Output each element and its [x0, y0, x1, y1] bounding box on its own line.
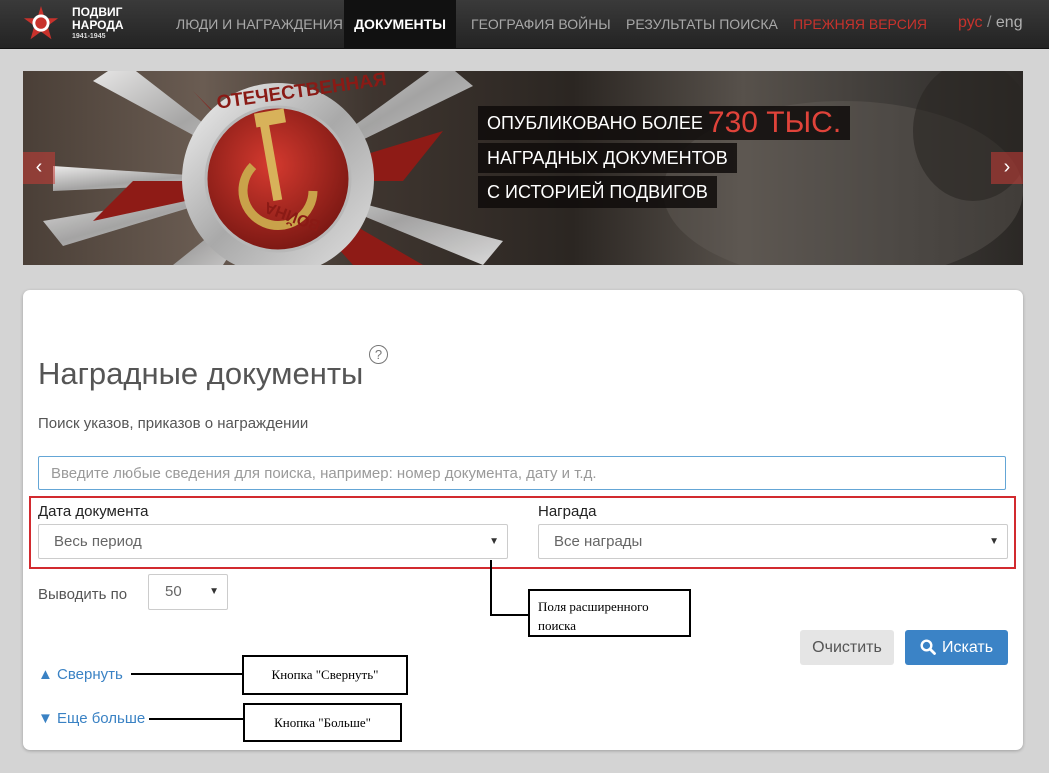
top-navigation-bar: ПОДВИГ НАРОДА 1941-1945 ЛЮДИ И НАГРАЖДЕН… [0, 0, 1049, 49]
more-callout: Кнопка "Больше" [243, 703, 402, 742]
logo-line-2: НАРОДА [72, 18, 124, 32]
advanced-fields-highlight-frame [29, 496, 1016, 569]
lang-en-link[interactable]: eng [996, 14, 1023, 31]
search-button-label: Искать [941, 639, 994, 656]
hero-banner: ОТЕЧЕСТВЕННАЯ ВОЙНА ОПУБЛИКОВАНО БОЛЕЕ 7… [23, 71, 1023, 265]
banner-line-1: ОПУБЛИКОВАНО БОЛЕЕ 730 ТЫС. [478, 106, 851, 140]
banner-line-1-prefix: ОПУБЛИКОВАНО БОЛЕЕ [487, 113, 703, 133]
collapse-callout: Кнопка "Свернуть" [242, 655, 408, 695]
advanced-fields-leader-line [490, 560, 492, 616]
magnifier-icon [920, 639, 936, 655]
collapse-leader-line [131, 673, 244, 675]
collapse-link[interactable]: ▲ Свернуть [38, 666, 123, 683]
advanced-fields-leader-line-h [490, 614, 530, 616]
per-page-select[interactable]: 50 ▼ [148, 574, 228, 610]
search-button[interactable]: Искать [905, 630, 1008, 665]
logo-years: 1941-1945 [72, 33, 106, 40]
more-link[interactable]: ▼ Еще больше [38, 710, 145, 727]
page-title: Наградные документы [38, 355, 364, 391]
banner-line-3: С ИСТОРИЕЙ ПОДВИГОВ [478, 176, 717, 208]
clear-button[interactable]: Очистить [800, 630, 894, 665]
nav-old-version[interactable]: ПРЕЖНЯЯ ВЕРСИЯ [793, 0, 927, 48]
lang-separator: / [987, 14, 992, 31]
banner-count-highlight: 730 ТЫС. [707, 106, 842, 139]
more-leader-line [149, 718, 245, 720]
slider-prev-arrow-icon[interactable]: ‹ [23, 152, 55, 184]
slider-next-arrow-icon[interactable]: › [991, 152, 1023, 184]
order-star-logo-icon [23, 5, 59, 40]
site-logo[interactable]: ПОДВИГ НАРОДА 1941-1945 [18, 3, 138, 45]
language-switcher: рус / eng [958, 0, 1023, 48]
per-page-value: 50 [165, 583, 182, 600]
help-icon[interactable]: ? [369, 345, 388, 364]
search-input[interactable] [38, 456, 1006, 490]
per-page-caret-icon: ▼ [209, 586, 219, 597]
banner-line-2: НАГРАДНЫХ ДОКУМЕНТОВ [478, 143, 737, 173]
nav-documents[interactable]: ДОКУМЕНТЫ [344, 0, 456, 48]
nav-people-awards[interactable]: ЛЮДИ И НАГРАЖДЕНИЯ [176, 0, 343, 48]
lang-ru-link[interactable]: рус [958, 14, 983, 31]
nav-war-geography[interactable]: ГЕОГРАФИЯ ВОЙНЫ [471, 0, 611, 48]
search-subtitle: Поиск указов, приказов о награждении [38, 415, 309, 432]
nav-search-results[interactable]: РЕЗУЛЬТАТЫ ПОИСКА [626, 0, 778, 48]
advanced-fields-callout: Поля расширенного поиска [528, 589, 691, 637]
per-page-label: Выводить по [38, 586, 128, 603]
